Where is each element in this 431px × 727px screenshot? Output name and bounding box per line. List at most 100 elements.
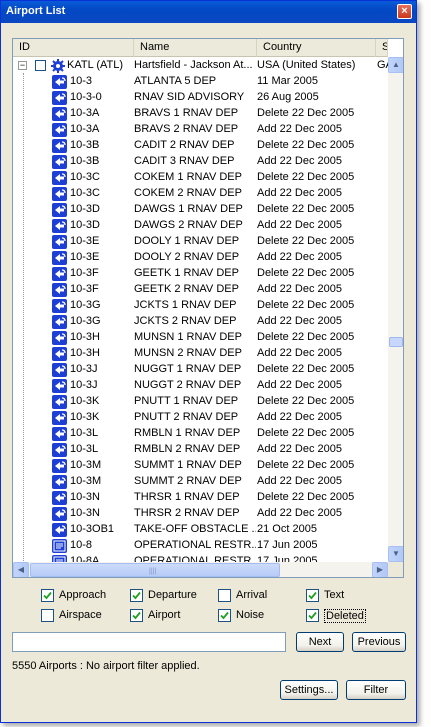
row-id: 10-3J (70, 379, 98, 391)
vertical-scrollbar[interactable]: ▲ ▼ (388, 57, 403, 562)
table-row[interactable]: 10-3N THRSR 2 RNAV DEP Add 22 Dec 2005 (13, 506, 388, 522)
row-id: 10-3G (70, 315, 101, 327)
table-row[interactable]: 10-3D DAWGS 1 RNAV DEP Delete 22 Dec 2005 (13, 202, 388, 218)
row-name: THRSR 2 RNAV DEP (134, 507, 240, 519)
window-title: Airport List (6, 5, 66, 17)
settings-button[interactable]: Settings... (280, 680, 338, 700)
scroll-right-button[interactable]: ▶ (372, 562, 388, 577)
scroll-left-button[interactable]: ◀ (13, 562, 29, 577)
approach-checkbox-box[interactable] (41, 589, 54, 602)
table-row[interactable]: 10-3H MUNSN 2 RNAV DEP Add 22 Dec 2005 (13, 346, 388, 362)
row-date: Delete 22 Dec 2005 (257, 299, 355, 311)
airport-tree-list[interactable]: ID Name Country State − KATL (ATL) (12, 38, 404, 578)
table-row[interactable]: 10-3D DAWGS 2 RNAV DEP Add 22 Dec 2005 (13, 218, 388, 234)
row-date: Add 22 Dec 2005 (257, 475, 343, 487)
row-id: 10-3L (70, 443, 99, 455)
departure-icon (52, 315, 67, 329)
departure-icon (52, 283, 67, 297)
row-date: Delete 22 Dec 2005 (257, 427, 355, 439)
collapse-toggle[interactable]: − (18, 61, 27, 70)
table-row[interactable]: 10-3M SUMMT 2 RNAV DEP Add 22 Dec 2005 (13, 474, 388, 490)
departure-icon (52, 139, 67, 153)
table-row[interactable]: 10-3F GEETK 1 RNAV DEP Delete 22 Dec 2005 (13, 266, 388, 282)
scroll-down-button[interactable]: ▼ (388, 546, 403, 562)
row-name: JCKTS 1 RNAV DEP (134, 299, 237, 311)
airport-checkbox-box[interactable] (130, 609, 143, 622)
table-row[interactable]: 10-3G JCKTS 1 RNAV DEP Delete 22 Dec 2005 (13, 298, 388, 314)
departure-checkbox-box[interactable] (130, 589, 143, 602)
noise-checkbox-box[interactable] (218, 609, 231, 622)
row-id: 10-3 (70, 75, 93, 87)
table-row[interactable]: 10-3N THRSR 1 RNAV DEP Delete 22 Dec 2005 (13, 490, 388, 506)
departure-icon (52, 267, 67, 281)
row-id: 10-3K (70, 411, 100, 423)
row-name: JCKTS 2 RNAV DEP (134, 315, 237, 327)
column-header-id[interactable]: ID (13, 39, 134, 57)
table-row[interactable]: 10-3L RMBLN 2 RNAV DEP Add 22 Dec 2005 (13, 442, 388, 458)
row-date: Add 22 Dec 2005 (257, 315, 343, 327)
root-name: Hartsfield - Jackson At... (134, 59, 253, 71)
table-row[interactable]: 10-8 OPERATIONAL RESTR... 17 Jun 2005 (13, 538, 388, 554)
airport-list-window: Airport List × ID Name Country State − (0, 0, 417, 723)
title-bar[interactable]: Airport List × (1, 1, 416, 23)
scroll-up-button[interactable]: ▲ (388, 57, 403, 73)
table-row[interactable]: 10-3A BRAVS 1 RNAV DEP Delete 22 Dec 2005 (13, 106, 388, 122)
table-row[interactable]: 10-3J NUGGT 2 RNAV DEP Add 22 Dec 2005 (13, 378, 388, 394)
airport-checkbox-label: Airport (148, 609, 181, 621)
tree-root-row[interactable]: − KATL (ATL) Hartsfield - Jackson At... … (13, 58, 389, 74)
table-row[interactable]: 10-3H MUNSN 1 RNAV DEP Delete 22 Dec 2005 (13, 330, 388, 346)
departure-icon (52, 411, 67, 425)
table-row[interactable]: 10-3K PNUTT 1 RNAV DEP Delete 22 Dec 2005 (13, 394, 388, 410)
row-date: 26 Aug 2005 (257, 91, 319, 103)
gear-icon (51, 59, 65, 73)
departure-icon (52, 427, 67, 441)
root-checkbox[interactable] (35, 60, 46, 71)
column-header-state[interactable]: State (376, 39, 388, 57)
deleted-checkbox-box[interactable] (306, 609, 319, 622)
column-header-country[interactable]: Country (257, 39, 376, 57)
close-button[interactable]: × (397, 4, 412, 19)
departure-icon (52, 491, 67, 505)
arrival-checkbox-box[interactable] (218, 589, 231, 602)
table-row[interactable]: 10-3L RMBLN 1 RNAV DEP Delete 22 Dec 2005 (13, 426, 388, 442)
table-row[interactable]: 10-3J NUGGT 1 RNAV DEP Delete 22 Dec 2005 (13, 362, 388, 378)
next-button[interactable]: Next (296, 632, 344, 652)
row-name: DOOLY 2 RNAV DEP (134, 251, 240, 263)
table-row[interactable]: 10-3C COKEM 1 RNAV DEP Delete 22 Dec 2005 (13, 170, 388, 186)
horizontal-scroll-thumb[interactable]: |||| (30, 563, 280, 577)
filter-button[interactable]: Filter (346, 680, 406, 700)
column-header-name[interactable]: Name (134, 39, 257, 57)
text-checkbox-box[interactable] (306, 589, 319, 602)
row-date: Add 22 Dec 2005 (257, 283, 343, 295)
table-row[interactable]: 10-3C COKEM 2 RNAV DEP Add 22 Dec 2005 (13, 186, 388, 202)
table-row[interactable]: 10-3G JCKTS 2 RNAV DEP Add 22 Dec 2005 (13, 314, 388, 330)
departure-icon (52, 91, 67, 105)
row-name: NUGGT 2 RNAV DEP (134, 379, 242, 391)
row-name: PNUTT 1 RNAV DEP (134, 395, 239, 407)
table-row[interactable]: 10-3E DOOLY 2 RNAV DEP Add 22 Dec 2005 (13, 250, 388, 266)
airspace-checkbox-box[interactable] (41, 609, 54, 622)
row-name: OPERATIONAL RESTR... (134, 539, 256, 551)
row-id: 10-3D (70, 219, 100, 231)
table-row[interactable]: 10-3F GEETK 2 RNAV DEP Add 22 Dec 2005 (13, 282, 388, 298)
scroll-thumb[interactable] (389, 337, 403, 347)
row-id: 10-3A (70, 107, 100, 119)
table-row[interactable]: 10-3OB1 TAKE-OFF OBSTACLE ... 21 Oct 2005 (13, 522, 388, 538)
search-input[interactable] (12, 632, 286, 652)
table-row[interactable]: 10-3E DOOLY 1 RNAV DEP Delete 22 Dec 2005 (13, 234, 388, 250)
table-row[interactable]: 10-3A BRAVS 2 RNAV DEP Add 22 Dec 2005 (13, 122, 388, 138)
table-row[interactable]: 10-3M SUMMT 1 RNAV DEP Delete 22 Dec 2005 (13, 458, 388, 474)
row-id: 10-3H (70, 347, 100, 359)
table-row[interactable]: 10-3-0 RNAV SID ADVISORY 26 Aug 2005 (13, 90, 388, 106)
previous-button[interactable]: Previous (352, 632, 406, 652)
row-date: Delete 22 Dec 2005 (257, 203, 355, 215)
table-row[interactable]: 10-3B CADIT 2 RNAV DEP Delete 22 Dec 2005 (13, 138, 388, 154)
table-row[interactable]: 10-3 ATLANTA 5 DEP 11 Mar 2005 (13, 74, 388, 90)
departure-icon (52, 347, 67, 361)
table-row[interactable]: 10-3B CADIT 3 RNAV DEP Add 22 Dec 2005 (13, 154, 388, 170)
row-date: Add 22 Dec 2005 (257, 219, 343, 231)
horizontal-scrollbar[interactable]: ◀ |||| ▶ (13, 562, 388, 577)
table-row[interactable]: 10-3K PNUTT 2 RNAV DEP Add 22 Dec 2005 (13, 410, 388, 426)
approach-checkbox-label: Approach (59, 589, 107, 601)
departure-icon (52, 251, 67, 265)
